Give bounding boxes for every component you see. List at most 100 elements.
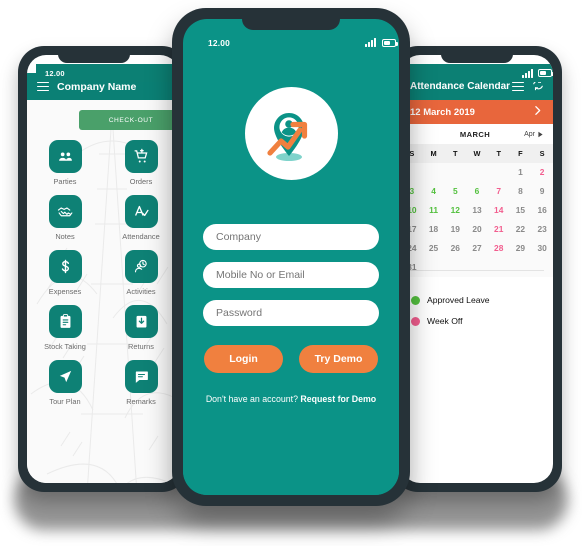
- login-button[interactable]: Login: [204, 345, 283, 373]
- menu-item-activities[interactable]: Activities: [103, 250, 179, 296]
- day-header-5: F: [518, 149, 523, 158]
- calendar-day-23[interactable]: 23: [531, 220, 553, 239]
- calendar-day-8[interactable]: 8: [510, 182, 532, 201]
- calendar-day-empty: [466, 258, 488, 277]
- location-pin-growth-logo: [244, 87, 338, 180]
- calendar-day-19[interactable]: 19: [444, 220, 466, 239]
- menu-item-parties[interactable]: Parties: [27, 140, 103, 186]
- hamburger-icon[interactable]: [37, 81, 49, 92]
- hamburger-icon[interactable]: [512, 81, 524, 92]
- calendar-day-16[interactable]: 16: [531, 201, 553, 220]
- menu-item-attendance[interactable]: Attendance: [103, 195, 179, 241]
- calendar-divider: [410, 270, 544, 271]
- left-phone-screen: 12.00 Company Name CHECK-OUT Parties Ord…: [27, 55, 179, 483]
- next-month-label: Apr: [524, 130, 535, 138]
- calendar-day-26[interactable]: 26: [444, 239, 466, 258]
- day-header-3: W: [473, 149, 481, 158]
- calendar-day-empty: [488, 163, 510, 182]
- legend-item-0: Approved Leave: [411, 295, 553, 305]
- legend-label: Approved Leave: [427, 295, 490, 305]
- menu-item-notes[interactable]: Notes: [27, 195, 103, 241]
- left-status-clock: 12.00: [45, 68, 65, 78]
- menu-label: Parties: [53, 177, 77, 186]
- menu-item-orders[interactable]: Orders: [103, 140, 179, 186]
- calendar-day-20[interactable]: 20: [466, 220, 488, 239]
- navigation-arrow-icon: [48, 360, 82, 393]
- calendar-day-empty: [488, 258, 510, 277]
- return-box-icon: [124, 305, 158, 338]
- calendar-legend: Approved Leave Week Off: [401, 295, 553, 326]
- calendar-day-11[interactable]: 11: [423, 201, 445, 220]
- password-field[interactable]: [203, 300, 379, 326]
- battery-icon: [538, 69, 553, 77]
- calendar-day-29[interactable]: 29: [510, 239, 532, 258]
- selected-date-label: 12 March 2019: [410, 106, 475, 118]
- calendar-day-4[interactable]: 4: [423, 182, 445, 201]
- day-header-1: M: [430, 149, 437, 158]
- calendar-day-5[interactable]: 5: [444, 182, 466, 201]
- calendar-day-12[interactable]: 12: [444, 201, 466, 220]
- login-screen: Login Try Demo Don't have an account? Re…: [183, 44, 399, 495]
- center-phone-device: 12.00 Company Mobile No or Email Passwor…: [172, 8, 410, 506]
- check-out-button[interactable]: CHECK-OUT: [79, 110, 179, 130]
- attendance-check-icon: [124, 195, 158, 228]
- mobile-email-field[interactable]: [203, 262, 379, 288]
- battery-icon: [382, 38, 399, 47]
- company-field[interactable]: [203, 224, 379, 250]
- menu-label: Returns: [128, 342, 154, 351]
- chevron-right-icon[interactable]: [531, 104, 544, 120]
- login-button-row: Login Try Demo: [204, 345, 378, 373]
- center-status-bar: 12.00: [194, 30, 399, 55]
- calendar-day-27[interactable]: 27: [466, 239, 488, 258]
- left-status-bar: 12.00: [36, 64, 179, 82]
- menu-item-stock-taking[interactable]: Stock Taking: [27, 305, 103, 351]
- calendar-day-2[interactable]: 2: [531, 163, 553, 182]
- calendar-date-bar[interactable]: 12 March 2019: [401, 100, 553, 124]
- dashboard-menu-grid: Parties Orders Notes Attendance Expenses…: [27, 140, 179, 406]
- calendar-day-22[interactable]: 22: [510, 220, 532, 239]
- next-month-button[interactable]: Apr: [524, 131, 544, 138]
- right-phone-notch: [441, 46, 513, 63]
- calendar-day-headers: SMTWTFS: [401, 144, 553, 163]
- calendar-day-6[interactable]: 6: [466, 182, 488, 201]
- message-icon: [124, 360, 158, 393]
- calendar-day-30[interactable]: 30: [531, 239, 553, 258]
- calendar-day-28[interactable]: 28: [488, 239, 510, 258]
- menu-label: Activities: [126, 287, 156, 296]
- menu-label: Tour Plan: [49, 397, 81, 406]
- calendar-day-empty: [423, 163, 445, 182]
- menu-label: Attendance: [122, 232, 160, 241]
- people-group-icon: [48, 140, 82, 173]
- menu-item-tour-plan[interactable]: Tour Plan: [27, 360, 103, 406]
- signal-icon: [522, 68, 533, 78]
- day-header-4: T: [496, 149, 501, 158]
- calendar-day-1[interactable]: 1: [510, 163, 532, 182]
- menu-item-remarks[interactable]: Remarks: [103, 360, 179, 406]
- center-phone-notch: [242, 8, 340, 30]
- legend-color-dot: [411, 295, 420, 305]
- calendar-day-7[interactable]: 7: [488, 182, 510, 201]
- calendar-day-25[interactable]: 25: [423, 239, 445, 258]
- calendar-day-15[interactable]: 15: [510, 201, 532, 220]
- menu-label: Remarks: [126, 397, 156, 406]
- shopping-cart-plus-icon: [124, 140, 158, 173]
- right-phone-screen: Attendance Calendar 12 March 2019 MARCH …: [401, 55, 553, 483]
- left-phone-notch: [58, 46, 130, 63]
- calendar-month-row: MARCH Apr: [401, 124, 553, 144]
- legend-label: Week Off: [427, 316, 463, 326]
- right-status-bar: [410, 64, 553, 82]
- handshake-icon: [48, 195, 82, 228]
- calendar-day-21[interactable]: 21: [488, 220, 510, 239]
- calendar-day-empty: [531, 258, 553, 277]
- calendar-day-14[interactable]: 14: [488, 201, 510, 220]
- menu-item-returns[interactable]: Returns: [103, 305, 179, 351]
- try-demo-button[interactable]: Try Demo: [299, 345, 378, 373]
- request-demo-link[interactable]: Request for Demo: [300, 394, 376, 404]
- menu-item-expenses[interactable]: Expenses: [27, 250, 103, 296]
- calendar-day-18[interactable]: 18: [423, 220, 445, 239]
- request-demo-row: Don't have an account? Request for Demo: [206, 394, 376, 404]
- calendar-title: Attendance Calendar: [410, 81, 511, 92]
- calendar-day-9[interactable]: 9: [531, 182, 553, 201]
- calendar-days-grid: 1 2 3 4 5 6 7 8 9 10 11 12 13 14 15 16 17 18 19 20 21 22 23 24 2…: [401, 163, 553, 277]
- calendar-day-13[interactable]: 13: [466, 201, 488, 220]
